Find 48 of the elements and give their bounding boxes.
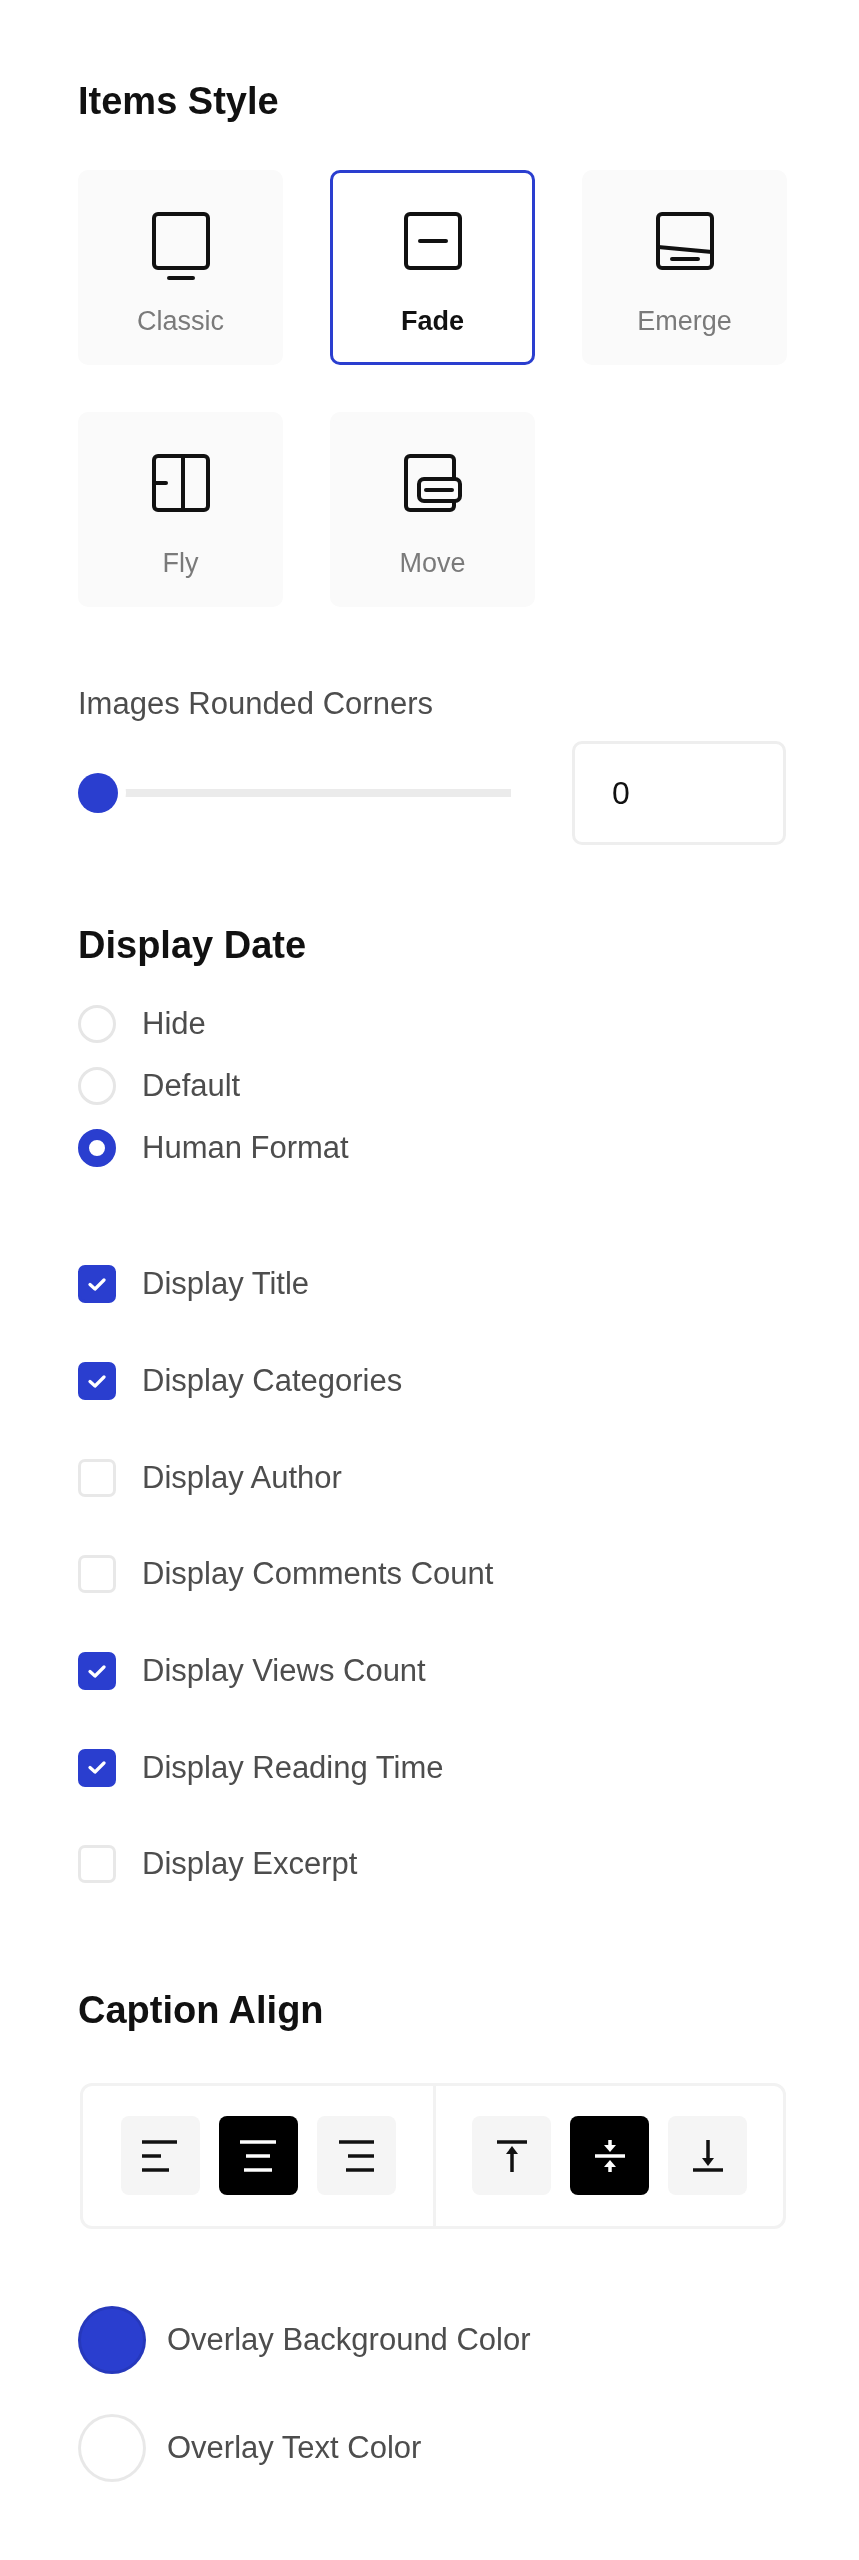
radio-label: Default bbox=[142, 1067, 241, 1105]
radio-button[interactable] bbox=[78, 1129, 116, 1167]
split-panel-icon bbox=[151, 454, 210, 512]
style-option[interactable]: Emerge bbox=[582, 170, 787, 365]
align-button[interactable] bbox=[316, 2116, 396, 2196]
slider-label: Images Rounded Corners bbox=[78, 685, 434, 723]
number-field[interactable]: 0 bbox=[572, 741, 786, 845]
checkbox-label: Display Reading Time bbox=[142, 1748, 444, 1787]
checkbox[interactable] bbox=[78, 1652, 116, 1691]
color-label: Overlay Background Color bbox=[167, 2320, 531, 2359]
align-button[interactable] bbox=[218, 2116, 298, 2196]
align-middle-icon bbox=[594, 2139, 625, 2172]
align-center-icon bbox=[240, 2139, 276, 2172]
checkbox-label: Display Excerpt bbox=[142, 1845, 358, 1884]
checkbox[interactable] bbox=[78, 1748, 116, 1787]
align-top-icon bbox=[496, 2139, 527, 2172]
section-title: Caption Align bbox=[78, 1987, 325, 2033]
align-button[interactable] bbox=[472, 2116, 551, 2196]
section-title: Items Style bbox=[78, 79, 280, 124]
checkbox[interactable] bbox=[78, 1362, 116, 1401]
radio-label: Hide bbox=[142, 1005, 206, 1043]
align-button[interactable] bbox=[120, 2116, 200, 2196]
style-option[interactable]: Move bbox=[330, 412, 535, 607]
check-icon bbox=[88, 1374, 106, 1388]
checkbox-label: Display Author bbox=[142, 1458, 342, 1497]
align-right-icon bbox=[338, 2139, 374, 2172]
checkbox[interactable] bbox=[78, 1265, 116, 1304]
radio-label: Human Format bbox=[142, 1129, 349, 1167]
check-icon bbox=[88, 1664, 106, 1678]
check-icon bbox=[88, 1761, 106, 1775]
overlapping-cards-icon bbox=[403, 454, 462, 512]
align-bottom-icon bbox=[692, 2139, 723, 2172]
align-button[interactable] bbox=[570, 2116, 649, 2196]
check-icon bbox=[88, 1277, 106, 1291]
checkbox-label: Display Views Count bbox=[142, 1652, 426, 1691]
square-bar-below-icon bbox=[151, 212, 210, 280]
style-option[interactable]: Fly bbox=[78, 412, 283, 607]
color-label: Overlay Text Color bbox=[167, 2428, 422, 2467]
align-button[interactable] bbox=[668, 2116, 747, 2196]
panel-bottom-icon bbox=[655, 212, 714, 270]
square-minus-icon bbox=[403, 212, 462, 270]
checkbox-label: Display Comments Count bbox=[142, 1555, 494, 1594]
style-option[interactable]: Fade bbox=[330, 170, 535, 365]
align-left-icon bbox=[142, 2139, 178, 2172]
section-title: Display Date bbox=[78, 923, 308, 968]
style-option[interactable]: Classic bbox=[78, 170, 283, 365]
checkbox-label: Display Title bbox=[142, 1265, 310, 1304]
checkbox-label: Display Categories bbox=[142, 1362, 403, 1401]
